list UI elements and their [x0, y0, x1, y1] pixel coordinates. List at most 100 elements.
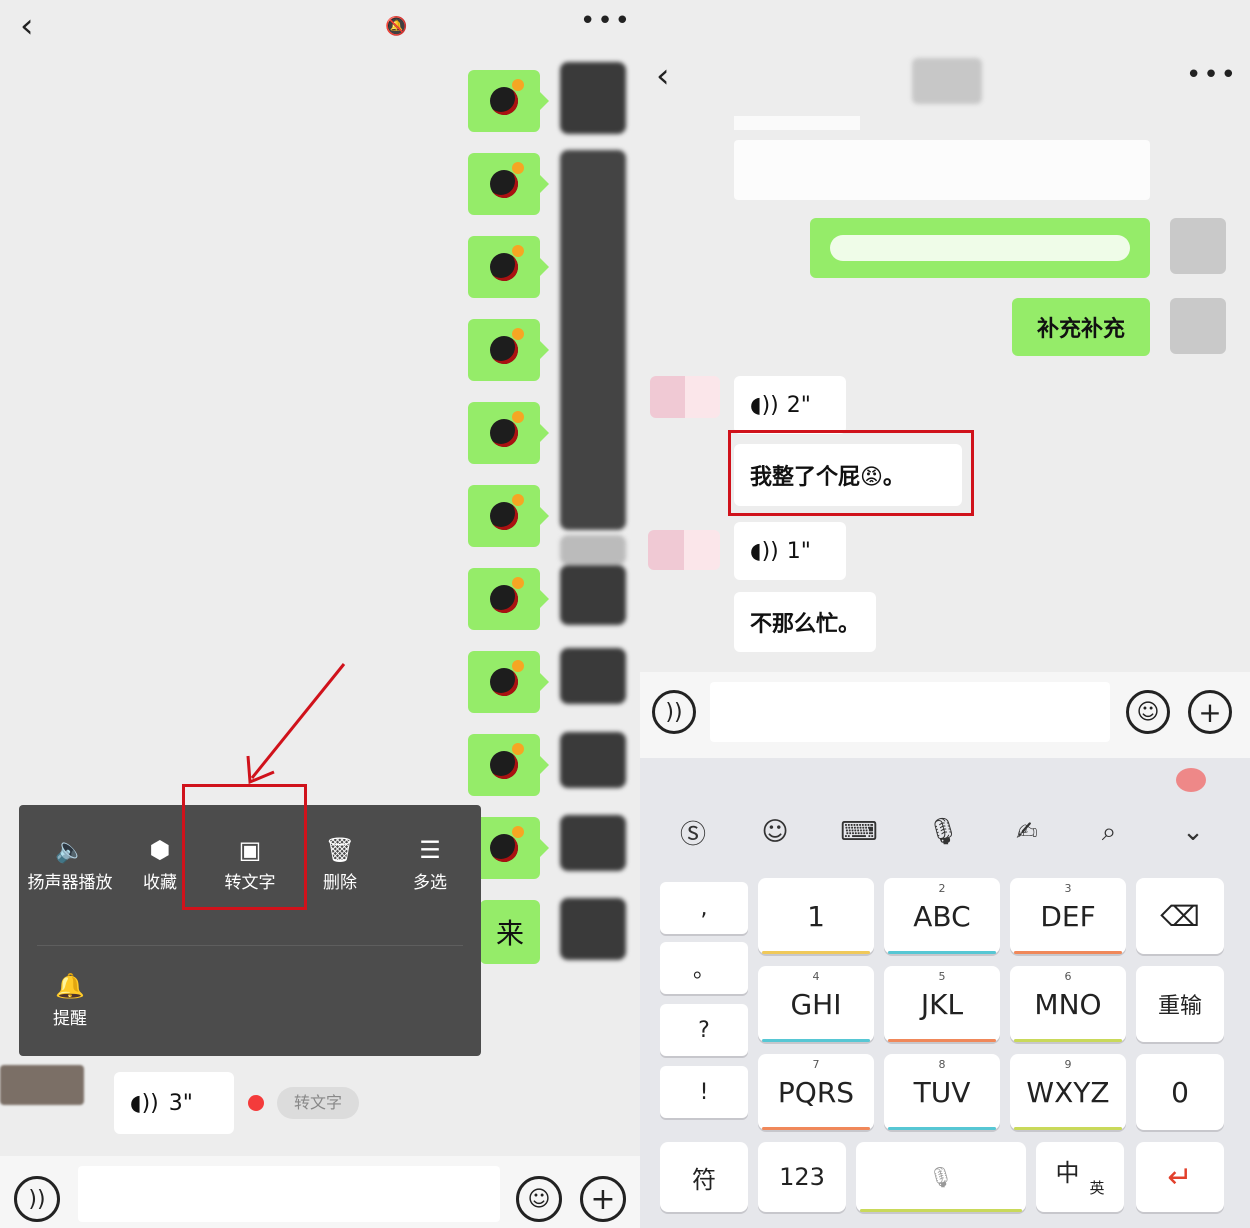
key-label: ABC — [913, 899, 971, 933]
reenter-key[interactable]: 重输 — [1136, 966, 1224, 1042]
bomb-message[interactable] — [468, 319, 549, 381]
menu-label: 删除 — [323, 873, 357, 893]
key-label: 英 — [1089, 1178, 1105, 1197]
bomb-message[interactable] — [468, 485, 549, 547]
trash-icon: 🗑 — [324, 836, 356, 864]
emoji-icon[interactable]: ☺ — [1126, 690, 1170, 734]
lang-switch-key[interactable]: 中 英 — [1036, 1142, 1124, 1212]
key-exclaim[interactable]: ! — [660, 1066, 748, 1118]
menu-item-delete[interactable]: 🗑 删除 — [297, 835, 383, 895]
key-label: TUV — [913, 1075, 971, 1109]
message-input[interactable] — [710, 682, 1110, 742]
key-accent — [888, 951, 996, 954]
avatar[interactable] — [1170, 218, 1226, 274]
keyboard-icon[interactable]: ⌨ — [836, 802, 882, 862]
backspace-key[interactable]: ⌫ — [1136, 878, 1224, 954]
key-pqrs[interactable]: 7 PQRS — [758, 1054, 874, 1130]
list-check-icon: ☰ — [419, 836, 441, 864]
numeric-key[interactable]: 123 — [758, 1142, 846, 1212]
convert-text-pill[interactable]: 转文字 — [277, 1087, 359, 1119]
key-label: WXYZ — [1026, 1075, 1110, 1109]
space-key[interactable]: 🎙 — [856, 1142, 1026, 1212]
bomb-icon — [490, 162, 524, 198]
avatar[interactable] — [1170, 298, 1226, 354]
microphone-icon: 🎙 — [928, 1165, 954, 1189]
voice-message[interactable]: ◖)) 2" — [734, 376, 846, 434]
menu-item-remind[interactable]: 🔔 提醒 — [27, 971, 113, 1031]
keyboard: Ⓢ ☺ ⌨ 🎙 ✍ ⌕ ⌄ , 。 ? ! 1 2 ABC 3 DEF ⌫ 4 … — [640, 758, 1250, 1228]
key-accent — [888, 1127, 996, 1130]
voice-wave-icon: ◖)) — [750, 392, 779, 418]
key-ghi[interactable]: 4 GHI — [758, 966, 874, 1042]
bomb-message[interactable] — [468, 236, 549, 298]
key-period[interactable]: 。 — [660, 942, 748, 994]
voice-input-icon[interactable]: )) — [652, 690, 696, 734]
enter-key[interactable]: ↵ — [1136, 1142, 1224, 1212]
bomb-message[interactable] — [468, 568, 549, 630]
symbol-key[interactable]: 符 — [660, 1142, 748, 1212]
key-label: PQRS — [777, 1075, 855, 1109]
search-icon[interactable]: ⌕ — [1086, 802, 1132, 862]
key-number: 2 — [938, 882, 946, 895]
green-message-blurred[interactable] — [810, 218, 1150, 278]
key-1[interactable]: 1 — [758, 878, 874, 954]
menu-item-speaker[interactable]: 🔈 扬声器播放 — [27, 835, 113, 895]
avatar — [560, 565, 626, 625]
key-label: 中 — [1055, 1158, 1080, 1187]
key-label: 1 — [807, 899, 825, 933]
emoji-icon[interactable]: ☺ — [516, 1176, 562, 1222]
menu-item-multiselect[interactable]: ☰ 多选 — [387, 835, 473, 895]
avatar[interactable] — [560, 62, 626, 134]
emoji-icon[interactable]: ☺ — [752, 802, 798, 862]
key-question[interactable]: ? — [660, 1004, 748, 1056]
transcription-text: 不那么忙。 — [734, 592, 876, 652]
voice-message[interactable]: ◖)) 3" — [114, 1072, 234, 1134]
key-accent — [762, 951, 870, 954]
voice-message[interactable]: ◖)) 1" — [734, 522, 846, 580]
message-input[interactable] — [78, 1166, 500, 1222]
key-wxyz[interactable]: 9 WXYZ — [1010, 1054, 1126, 1130]
text-message[interactable]: 补充补充 — [1012, 298, 1150, 356]
mascot-icon — [1176, 768, 1206, 792]
back-icon[interactable]: ‹ — [20, 6, 34, 46]
chevron-down-icon[interactable]: ⌄ — [1170, 802, 1216, 862]
key-accent — [1014, 1039, 1122, 1042]
key-0[interactable]: 0 — [1136, 1054, 1224, 1130]
key-abc[interactable]: 2 ABC — [884, 878, 1000, 954]
backspace-icon: ⌫ — [1160, 899, 1200, 933]
avatar[interactable] — [648, 530, 720, 570]
input-bar: )) ☺ + — [640, 672, 1250, 758]
key-accent — [762, 1127, 870, 1130]
key-def[interactable]: 3 DEF — [1010, 878, 1126, 954]
key-mno[interactable]: 6 MNO — [1010, 966, 1126, 1042]
blurred-text — [830, 235, 1130, 261]
avatar — [560, 815, 626, 871]
bomb-message[interactable] — [468, 153, 549, 215]
mute-icon: 🔕 — [385, 16, 408, 37]
bomb-message[interactable] — [468, 651, 549, 713]
add-icon[interactable]: + — [580, 1176, 626, 1222]
menu-label: 收藏 — [143, 873, 177, 893]
bomb-message[interactable] — [468, 402, 549, 464]
bomb-icon — [490, 494, 524, 530]
microphone-icon[interactable]: 🎙 — [920, 802, 966, 862]
key-tuv[interactable]: 8 TUV — [884, 1054, 1000, 1130]
bomb-icon — [490, 411, 524, 447]
back-icon[interactable]: ‹ — [656, 56, 670, 96]
more-icon[interactable]: ••• — [1186, 60, 1238, 90]
text-message[interactable]: 来 — [480, 900, 540, 964]
avatar[interactable] — [0, 1065, 84, 1105]
bomb-message[interactable] — [468, 70, 549, 132]
bomb-icon — [490, 826, 524, 862]
menu-label: 提醒 — [53, 1009, 87, 1029]
key-comma[interactable]: , — [660, 882, 748, 934]
key-number: 3 — [1064, 882, 1072, 895]
avatar[interactable] — [650, 376, 720, 418]
handwriting-icon[interactable]: ✍ — [1004, 802, 1050, 862]
add-icon[interactable]: + — [1188, 690, 1232, 734]
bomb-message[interactable] — [468, 734, 549, 796]
more-icon[interactable]: ••• — [580, 6, 632, 36]
voice-input-icon[interactable]: )) — [14, 1176, 60, 1222]
key-jkl[interactable]: 5 JKL — [884, 966, 1000, 1042]
sogou-logo-icon[interactable]: Ⓢ — [670, 802, 716, 862]
